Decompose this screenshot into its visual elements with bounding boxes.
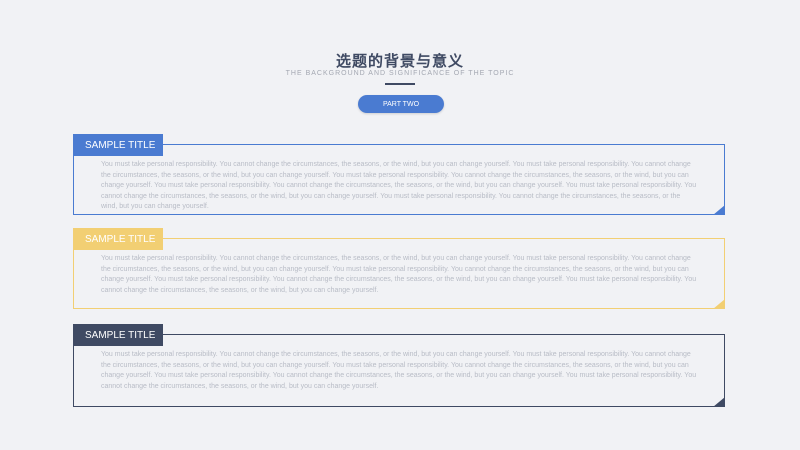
part-two-pill: PART TWO (358, 95, 444, 113)
card-1: SAMPLE TITLE You must take personal resp… (73, 134, 725, 215)
card-3-body-text: You must take personal responsibility. Y… (101, 351, 697, 390)
card-1-body-text: You must take personal responsibility. Y… (101, 161, 697, 210)
title-divider (385, 83, 415, 85)
card-2-body-text: You must take personal responsibility. Y… (101, 255, 697, 294)
card-1-title-tab: SAMPLE TITLE (73, 134, 163, 156)
slide-title: 选题的背景与意义 (335, 52, 464, 70)
card-2: SAMPLE TITLE You must take personal resp… (73, 228, 725, 309)
card-3: SAMPLE TITLE You must take personal resp… (73, 324, 725, 407)
card-1-corner-accent (713, 205, 725, 215)
card-2-title-tab: SAMPLE TITLE (73, 228, 163, 250)
card-3-title-tab: SAMPLE TITLE (73, 324, 163, 346)
card-2-corner-accent (713, 299, 725, 309)
card-3-corner-accent (713, 397, 725, 407)
slide-subtitle: THE BACKGROUND AND SIGNIFICANCE OF THE T… (285, 70, 515, 77)
